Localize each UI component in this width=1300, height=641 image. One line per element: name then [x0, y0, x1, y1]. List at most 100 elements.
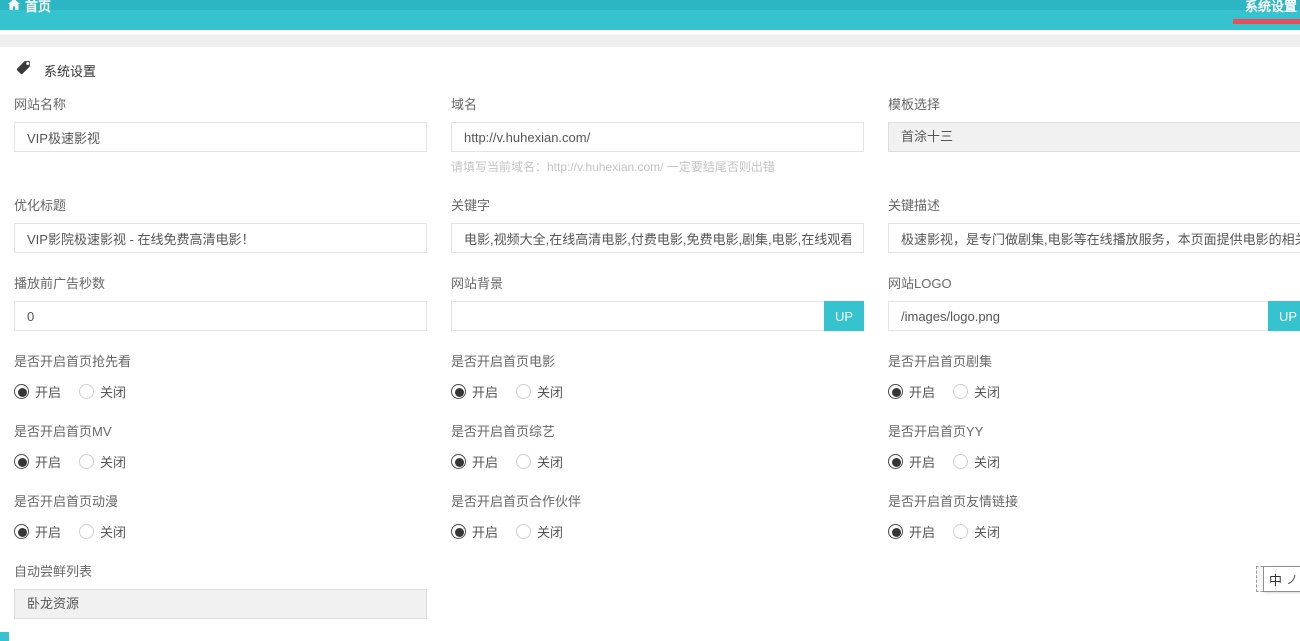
radio-label: 开启 [35, 382, 61, 401]
radio-option-off[interactable]: 关闭 [516, 452, 563, 471]
site-name-input[interactable] [14, 122, 427, 152]
radio-checked-icon[interactable] [451, 524, 466, 539]
radio-option-on[interactable]: 开启 [451, 382, 498, 401]
site-logo-upload-button[interactable]: UP [1268, 301, 1300, 331]
radio-option-on[interactable]: 开启 [14, 522, 61, 541]
page-bar [0, 34, 1300, 47]
ime-drag-handle[interactable] [1256, 566, 1263, 592]
radio-label: 关闭 [974, 522, 1000, 541]
field-label: 关键字 [451, 195, 864, 214]
radio-label: 开启 [472, 522, 498, 541]
radio-label: 开启 [35, 452, 61, 471]
domain-input[interactable] [451, 122, 864, 152]
field-label: 模板选择 [888, 94, 1300, 113]
radio-label: 关闭 [100, 522, 126, 541]
field-label: 是否开启首页动漫 [14, 491, 427, 510]
field-keywords: 关键字 [451, 195, 864, 253]
radio-option-on[interactable]: 开启 [451, 452, 498, 471]
radio-label: 开启 [472, 452, 498, 471]
radio-option-on[interactable]: 开启 [14, 382, 61, 401]
field-site-logo: 网站LOGO UP [888, 273, 1300, 331]
site-bg-input[interactable] [451, 301, 824, 331]
radio-checked-icon[interactable] [888, 524, 903, 539]
navbar-dark-strip [0, 0, 1300, 10]
radio-label: 关闭 [537, 382, 563, 401]
radio-checked-icon[interactable] [888, 454, 903, 469]
tag-icon [16, 60, 31, 80]
section-header: 系统设置 [0, 47, 1300, 86]
radio-option-on[interactable]: 开启 [888, 522, 935, 541]
radio-option-off[interactable]: 关闭 [79, 522, 126, 541]
field-label: 网站背景 [451, 273, 864, 292]
radio-unchecked-icon[interactable] [516, 524, 531, 539]
field-label: 是否开启首页剧集 [888, 351, 1300, 370]
toggle-home-preview: 是否开启首页抢先看 开启 关闭 [14, 351, 427, 401]
ime-mode-indicator[interactable]: 中 [1269, 570, 1282, 589]
radio-option-on[interactable]: 开启 [888, 452, 935, 471]
field-label: 网站LOGO [888, 273, 1300, 292]
field-label: 自动尝鲜列表 [14, 561, 427, 580]
template-select[interactable]: 首涂十三 [888, 122, 1300, 152]
back-to-top-chip[interactable] [0, 632, 9, 641]
radio-label: 关闭 [537, 452, 563, 471]
radio-label: 关闭 [537, 522, 563, 541]
toggle-home-series: 是否开启首页剧集 开启 关闭 [888, 351, 1300, 401]
radio-label: 开启 [909, 382, 935, 401]
ime-tool-icon[interactable]: ノ [1286, 571, 1298, 588]
radio-option-off[interactable]: 关闭 [79, 452, 126, 471]
radio-label: 关闭 [100, 382, 126, 401]
radio-option-on[interactable]: 开启 [14, 452, 61, 471]
nav-home-link[interactable]: 首页 [8, 0, 51, 15]
empty-cell [888, 561, 1300, 571]
tab-system-settings[interactable]: 系统设置 [1245, 0, 1297, 15]
field-label: 是否开启首页合作伙伴 [451, 491, 864, 510]
radio-checked-icon[interactable] [888, 384, 903, 399]
radio-checked-icon[interactable] [14, 384, 29, 399]
radio-unchecked-icon[interactable] [953, 454, 968, 469]
radio-label: 开启 [909, 522, 935, 541]
nav-home-label: 首页 [25, 0, 51, 15]
ad-seconds-input[interactable] [14, 301, 427, 331]
keywords-input[interactable] [451, 223, 864, 253]
field-site-bg: 网站背景 UP [451, 273, 864, 331]
site-bg-upload-button[interactable]: UP [824, 301, 864, 331]
radio-option-off[interactable]: 关闭 [79, 382, 126, 401]
radio-unchecked-icon[interactable] [953, 524, 968, 539]
radio-unchecked-icon[interactable] [79, 454, 94, 469]
radio-checked-icon[interactable] [14, 524, 29, 539]
radio-option-off[interactable]: 关闭 [953, 382, 1000, 401]
radio-option-off[interactable]: 关闭 [953, 522, 1000, 541]
seo-title-input[interactable] [14, 223, 427, 253]
radio-checked-icon[interactable] [451, 384, 466, 399]
radio-option-off[interactable]: 关闭 [953, 452, 1000, 471]
radio-option-off[interactable]: 关闭 [516, 522, 563, 541]
field-ad-seconds: 播放前广告秒数 [14, 273, 427, 331]
radio-unchecked-icon[interactable] [79, 384, 94, 399]
field-label: 播放前广告秒数 [14, 273, 427, 292]
empty-cell [451, 561, 864, 571]
toggle-home-mv: 是否开启首页MV 开启 关闭 [14, 421, 427, 471]
radio-checked-icon[interactable] [14, 454, 29, 469]
field-label: 是否开启首页抢先看 [14, 351, 427, 370]
radio-label: 关闭 [974, 452, 1000, 471]
radio-option-on[interactable]: 开启 [451, 522, 498, 541]
radio-unchecked-icon[interactable] [516, 454, 531, 469]
radio-option-off[interactable]: 关闭 [516, 382, 563, 401]
radio-label: 开启 [472, 382, 498, 401]
field-label: 是否开启首页MV [14, 421, 427, 440]
radio-option-on[interactable]: 开启 [888, 382, 935, 401]
radio-checked-icon[interactable] [451, 454, 466, 469]
field-site-name: 网站名称 [14, 94, 427, 152]
auto-fresh-list-select[interactable]: 卧龙资源 [14, 589, 427, 619]
field-label: 是否开启首页YY [888, 421, 1300, 440]
radio-unchecked-icon[interactable] [953, 384, 968, 399]
ime-status-bar[interactable]: 中 ノ [1256, 566, 1300, 592]
radio-unchecked-icon[interactable] [516, 384, 531, 399]
field-label: 域名 [451, 94, 864, 113]
toggle-home-anime: 是否开启首页动漫 开启 关闭 [14, 491, 427, 541]
toggle-home-yy: 是否开启首页YY 开启 关闭 [888, 421, 1300, 471]
radio-unchecked-icon[interactable] [79, 524, 94, 539]
description-input[interactable] [888, 223, 1300, 253]
toggle-home-movie: 是否开启首页电影 开启 关闭 [451, 351, 864, 401]
site-logo-input[interactable] [888, 301, 1268, 331]
